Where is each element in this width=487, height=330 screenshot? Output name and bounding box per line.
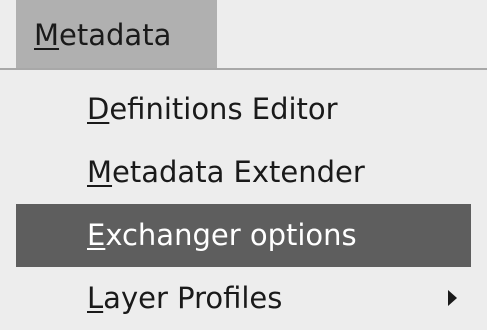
menu-item-label: etadata Extender (112, 155, 365, 189)
metadata-dropdown-menu: Definitions Editor Metadata Extender Exc… (16, 70, 487, 323)
menu-bar: Metadata (0, 0, 487, 70)
menu-item-exchanger-options[interactable]: Exchanger options (16, 204, 471, 267)
menu-item-label: ayer Profiles (103, 281, 283, 315)
menu-item-label: xchanger options (105, 218, 357, 252)
menu-item-mnemonic: L (87, 281, 104, 315)
menu-item-mnemonic: E (87, 218, 106, 252)
menu-metadata-mnemonic: M (34, 18, 60, 52)
menu-metadata-label: etadata (59, 18, 172, 52)
menu-item-layer-profiles[interactable]: Layer Profiles (16, 267, 471, 330)
menu-item-definitions-editor[interactable]: Definitions Editor (16, 78, 471, 141)
triangle-right-icon (448, 290, 457, 306)
menu-item-mnemonic: D (87, 92, 110, 126)
menu-item-mnemonic: M (87, 155, 113, 189)
menu-item-label: efinitions Editor (109, 92, 338, 126)
menu-item-metadata-extender[interactable]: Metadata Extender (16, 141, 471, 204)
menu-metadata[interactable]: Metadata (16, 0, 217, 68)
